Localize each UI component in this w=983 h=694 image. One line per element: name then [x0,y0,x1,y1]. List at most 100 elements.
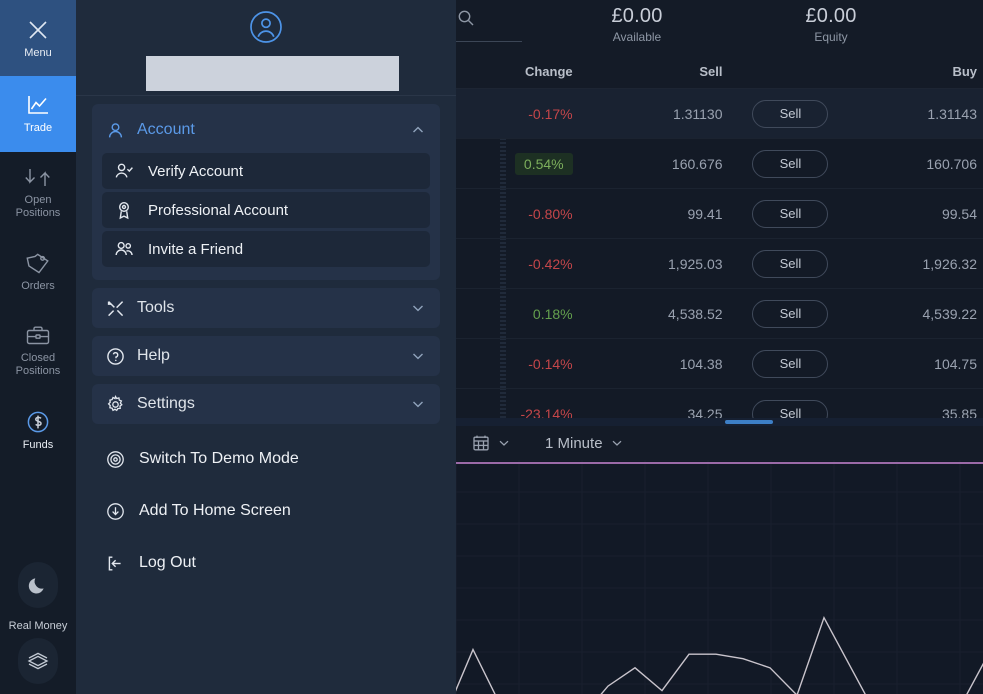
cell-change: 0.18% [456,306,597,322]
avatar[interactable] [76,0,456,46]
rail-item-open-positions[interactable]: Open Positions [0,152,76,234]
rail-item-funds[interactable]: Funds [0,392,76,468]
menu-group-tools[interactable]: Tools [92,288,440,328]
close-icon [25,17,51,43]
quotes-horizontal-scrollbar[interactable] [456,418,983,426]
target-icon [106,450,125,469]
chevron-down-icon [610,436,624,450]
menu-item-invite-a-friend[interactable]: Invite a Friend [102,231,430,267]
menu-item-add-to-home-screen[interactable]: Add To Home Screen [92,494,440,528]
change-value: -0.80% [528,205,573,222]
sparkline-placeholder [500,139,506,188]
logout-icon [106,554,125,573]
table-row[interactable]: -0.42% 1,925.03 Sell 1,926.32 [456,239,983,289]
timeframe-label: 1 Minute [545,434,603,452]
menu-group-settings-label: Settings [137,395,195,412]
menu-group-help[interactable]: Help [92,336,440,376]
tools-icon [106,299,125,318]
cell-sell-price: 1.31130 [672,105,723,122]
chevron-down-icon [497,436,511,450]
cell-buy-price: 160.706 [926,155,977,172]
sell-button[interactable]: Sell [752,149,829,178]
menu-item-label: Add To Home Screen [139,502,291,519]
sparkline-placeholder [500,289,506,338]
table-row[interactable]: -0.14% 104.38 Sell 104.75 [456,339,983,389]
cell-sell-action: Sell [747,349,835,378]
cell-sell-price: 99.41 [687,205,723,222]
sell-button[interactable]: Sell [752,249,829,278]
balance-available: £0.00 Available [576,5,698,44]
menu-item-verify-account[interactable]: Verify Account [102,153,430,189]
cell-buy-price: 1,926.32 [922,255,978,272]
sparkline-placeholder [500,239,506,288]
download-circle-icon [106,502,125,521]
rail-item-trade[interactable]: Trade [0,76,76,152]
chevron-down-icon[interactable] [410,348,426,364]
menu-group-tools-label: Tools [137,299,175,316]
search-input[interactable] [456,8,522,33]
sparkline-placeholder [500,189,506,238]
menu-item-switch-to-demo-mode[interactable]: Switch To Demo Mode [92,442,440,476]
cell-sell-action: Sell [747,199,835,228]
menu-item-log-out[interactable]: Log Out [92,546,440,580]
rail-item-menu[interactable]: Menu [0,0,76,76]
menu-group-account-header[interactable]: Account [92,110,440,150]
username-redacted [146,56,399,91]
scrollbar-thumb[interactable] [725,420,773,424]
rail-bottom-section: Real Money [0,562,76,694]
rail-item-closed-positions[interactable]: Closed Positions [0,310,76,392]
sell-button[interactable]: Sell [752,299,829,328]
cell-change: -0.80% [456,206,597,222]
search-icon[interactable] [456,8,476,28]
table-row[interactable]: 0.18% 4,538.52 Sell 4,539.22 [456,289,983,339]
price-chart[interactable] [456,460,983,694]
column-header-buy: Buy [952,64,977,79]
arrows-exchange-icon [25,166,51,190]
tag-icon [25,252,51,276]
menu-item-label: Invite a Friend [148,240,244,258]
theme-toggle-button[interactable] [18,562,58,608]
menu-item-professional-account[interactable]: Professional Account [102,192,430,228]
cell-sell-price: 160.676 [671,155,723,172]
chevron-down-icon[interactable] [410,396,426,412]
cell-sell-price: 104.38 [679,355,723,372]
sell-button[interactable]: Sell [752,349,829,378]
cell-buy-price: 1.31143 [927,105,977,122]
briefcase-icon [25,324,51,348]
cell-sell-action: Sell [747,249,835,278]
table-row[interactable]: -0.17% 1.31130 Sell 1.31143 [456,89,983,139]
sell-button[interactable]: Sell [752,199,829,228]
cell-buy-price: 4,539.22 [922,305,978,322]
account-mode-button[interactable] [18,638,58,684]
cell-sell-price: 4,538.52 [668,305,723,322]
rail-item-orders[interactable]: Orders [0,234,76,310]
calendar-range-selector[interactable] [466,430,517,456]
sell-button[interactable]: Sell [752,99,829,128]
rail-item-label: Funds [22,438,54,451]
user-circle-icon [247,8,285,46]
account-mode-label: Real Money [8,620,68,632]
app-root: £0.00 Available £0.00 Equity Change Sell… [0,0,983,694]
users-icon [114,239,134,259]
cell-change: 0.54% [456,152,597,175]
table-row[interactable]: 0.54% 160.676 Sell 160.706 [456,139,983,189]
menu-item-label: Professional Account [148,201,289,219]
search-underline [456,41,522,42]
balance-equity-label: Equity [814,30,848,44]
chevron-up-icon[interactable] [410,122,426,138]
chevron-down-icon[interactable] [410,300,426,316]
money-stack-icon [26,650,50,672]
calendar-icon [472,434,490,452]
menu-group-account: Account Verify Account Professional Acco… [92,104,440,280]
change-value: 0.54% [514,152,573,175]
cell-sell-price: 1,925.03 [668,255,723,272]
profile-header [76,0,456,96]
cell-change: -0.14% [456,356,597,372]
table-row[interactable]: -0.80% 99.41 Sell 99.54 [456,189,983,239]
menu-group-help-label: Help [137,347,170,364]
dollar-coin-icon [25,409,51,435]
timeframe-selector[interactable]: 1 Minute [539,431,630,456]
cell-change: -0.42% [456,256,597,272]
menu-group-settings[interactable]: Settings [92,384,440,424]
change-value: -0.42% [528,255,573,272]
